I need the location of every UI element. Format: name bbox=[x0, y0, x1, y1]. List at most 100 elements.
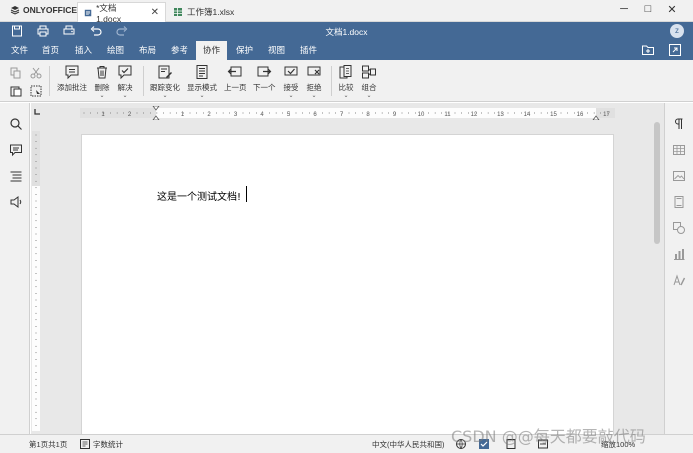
comments-icon[interactable] bbox=[9, 143, 23, 157]
track-changes-label: 跟踪变化 bbox=[150, 83, 180, 92]
word-count-label[interactable]: 字数统计 bbox=[93, 439, 123, 450]
close-tab-icon[interactable]: ✕ bbox=[151, 7, 159, 18]
page-indicator[interactable]: 第1页共1页 bbox=[29, 439, 67, 450]
app-header: 文档1.docx z 文件 首页 插入 绘图 布局 参考 协作 保护 视图 插件 bbox=[0, 22, 693, 60]
title-bar: ONLYOFFICE *文档1.docx ✕ 工作簿1.xlsx ─ □ ✕ bbox=[0, 0, 693, 24]
previous-change-button[interactable]: 上一页 bbox=[224, 64, 247, 93]
menu-draw[interactable]: 绘图 bbox=[102, 41, 129, 60]
combine-label: 组合 bbox=[361, 83, 377, 92]
document-text[interactable]: 这是一个测试文档! bbox=[157, 188, 241, 203]
navigation-icon[interactable] bbox=[9, 169, 23, 183]
reject-label: 拒绝 bbox=[306, 83, 322, 92]
shape-settings-icon[interactable] bbox=[672, 221, 686, 235]
onlyoffice-logo-icon bbox=[10, 6, 20, 15]
menu-plugins[interactable]: 插件 bbox=[295, 41, 322, 60]
tab-spreadsheet[interactable]: 工作簿1.xlsx bbox=[167, 2, 262, 22]
copy-icon[interactable] bbox=[10, 67, 22, 79]
compare-button[interactable]: 比较 ⌄ bbox=[338, 64, 354, 99]
right-panel bbox=[664, 103, 693, 434]
image-settings-icon[interactable] bbox=[672, 169, 686, 183]
display-mode-icon bbox=[196, 65, 208, 79]
combine-button[interactable]: 组合 ⌄ bbox=[361, 64, 377, 99]
close-window-button[interactable]: ✕ bbox=[662, 3, 682, 16]
resolve-button[interactable]: 解决 ⌄ bbox=[117, 64, 133, 99]
ruler-tick-label: 15 bbox=[550, 112, 557, 118]
next-change-button[interactable]: 下一个 bbox=[253, 64, 276, 93]
maximize-button[interactable]: □ bbox=[638, 3, 658, 15]
previous-icon bbox=[227, 66, 242, 77]
reject-icon bbox=[307, 66, 321, 76]
share-icon[interactable] bbox=[668, 43, 682, 57]
paste-icon[interactable] bbox=[10, 85, 22, 97]
language-selector[interactable]: 中文(中华人民共和国) bbox=[372, 439, 445, 450]
toolbar-separator bbox=[331, 66, 332, 96]
menu-insert[interactable]: 插入 bbox=[70, 41, 97, 60]
watermark: CSDN @@每天都要敲代码 bbox=[451, 427, 646, 446]
accept-button[interactable]: 接受 ⌄ bbox=[283, 64, 299, 99]
delete-comment-button[interactable]: 删除 ⌄ bbox=[94, 64, 110, 99]
tab-stop-selector-icon[interactable] bbox=[33, 108, 41, 116]
ruler-tick-label: 16 bbox=[577, 112, 584, 118]
ruler-tick-label: 17 bbox=[603, 112, 610, 118]
ruler-tick-label: 14 bbox=[524, 112, 531, 118]
ruler-tick-label: 12 bbox=[471, 112, 478, 118]
vertical-ruler[interactable] bbox=[31, 131, 41, 431]
display-mode-label: 显示模式 bbox=[187, 83, 217, 92]
ruler-tick-label: 10 bbox=[418, 112, 425, 118]
track-changes-icon bbox=[158, 65, 172, 79]
combine-icon bbox=[362, 65, 376, 79]
menu-file[interactable]: 文件 bbox=[6, 41, 33, 60]
chevron-down-icon: ⌄ bbox=[288, 93, 294, 99]
scrollbar-thumb[interactable] bbox=[654, 122, 660, 244]
header-footer-settings-icon[interactable] bbox=[672, 195, 686, 209]
document-page[interactable] bbox=[81, 134, 614, 434]
document-icon bbox=[84, 9, 92, 16]
open-location-icon[interactable] bbox=[641, 43, 655, 57]
tab-label: *文档1.docx bbox=[96, 2, 122, 24]
document-title: 文档1.docx bbox=[325, 27, 368, 37]
horizontal-ruler[interactable]: 1 2 1 2 3 4 5 6 7 8 9 10 11 12 13 14 15 16 17 bbox=[80, 106, 615, 120]
feedback-icon[interactable] bbox=[9, 195, 23, 209]
tab-label: 工作簿1.xlsx bbox=[187, 7, 235, 17]
next-icon bbox=[257, 66, 272, 77]
minimize-button[interactable]: ─ bbox=[614, 3, 634, 15]
user-avatar[interactable]: z bbox=[670, 24, 684, 38]
menu-layout[interactable]: 布局 bbox=[134, 41, 161, 60]
toolbar-separator bbox=[49, 66, 50, 96]
word-count-icon[interactable] bbox=[79, 438, 91, 450]
chart-settings-icon[interactable] bbox=[672, 247, 686, 261]
chevron-down-icon: ⌄ bbox=[366, 93, 372, 99]
app-logo: ONLYOFFICE bbox=[10, 5, 77, 15]
menu-view[interactable]: 视图 bbox=[263, 41, 290, 60]
spreadsheet-icon bbox=[174, 8, 182, 16]
paragraph-settings-icon[interactable] bbox=[672, 117, 686, 131]
reject-button[interactable]: 拒绝 ⌄ bbox=[306, 64, 322, 99]
toolbar-separator bbox=[143, 66, 144, 96]
menu-references[interactable]: 参考 bbox=[166, 41, 193, 60]
cut-icon[interactable] bbox=[30, 67, 42, 79]
select-all-icon[interactable] bbox=[30, 85, 42, 97]
display-mode-button[interactable]: 显示模式 ⌄ bbox=[187, 64, 217, 99]
menu-protection[interactable]: 保护 bbox=[231, 41, 258, 60]
ruler-tick-label: 11 bbox=[444, 112, 451, 118]
add-comment-button[interactable]: 添加批注 bbox=[57, 64, 87, 93]
compare-icon bbox=[339, 65, 352, 79]
table-settings-icon[interactable] bbox=[672, 143, 686, 157]
left-panel bbox=[0, 103, 30, 434]
tab-document[interactable]: *文档1.docx ✕ bbox=[77, 2, 166, 24]
text-art-settings-icon[interactable] bbox=[672, 273, 686, 287]
track-changes-button[interactable]: 跟踪变化 ⌄ bbox=[150, 64, 180, 99]
chevron-down-icon: ⌄ bbox=[343, 93, 349, 99]
chevron-down-icon: ⌄ bbox=[199, 93, 205, 99]
accept-label: 接受 bbox=[283, 83, 299, 92]
menu-collaboration[interactable]: 协作 bbox=[196, 41, 228, 60]
search-icon[interactable] bbox=[9, 117, 23, 131]
add-comment-label: 添加批注 bbox=[57, 83, 87, 92]
previous-label: 上一页 bbox=[224, 83, 247, 92]
vertical-scrollbar[interactable] bbox=[653, 108, 661, 434]
toolbar: 添加批注 删除 ⌄ 解决 ⌄ 跟踪变化 ⌄ 显示模式 ⌄ 上一页 下一个 接受 … bbox=[0, 60, 693, 102]
menu-home[interactable]: 首页 bbox=[37, 41, 64, 60]
chevron-down-icon: ⌄ bbox=[311, 93, 317, 99]
compare-label: 比较 bbox=[338, 83, 354, 92]
accept-icon bbox=[284, 66, 298, 76]
